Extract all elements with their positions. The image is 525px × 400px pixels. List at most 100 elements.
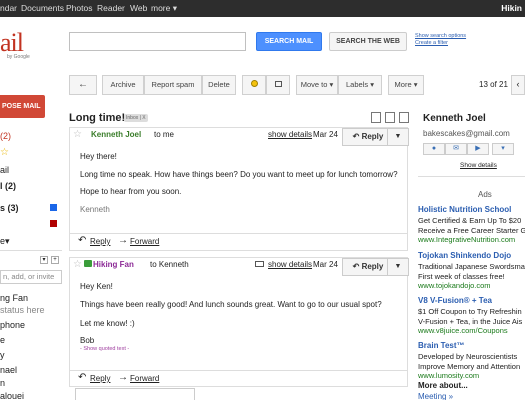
- back-arrow-icon: ←: [78, 79, 88, 90]
- sender-name[interactable]: Hiking Fan: [93, 260, 134, 269]
- delete-button[interactable]: Delete: [202, 75, 236, 95]
- show-details-link[interactable]: show details: [268, 260, 312, 269]
- nav-reader[interactable]: Reader: [97, 3, 125, 13]
- pager-count: 13 of 21: [479, 80, 508, 89]
- nav-web[interactable]: Web: [130, 3, 147, 13]
- message-card: ☆ Hiking Fan to Kenneth show details Mar…: [69, 257, 409, 387]
- reply-box[interactable]: [75, 388, 195, 400]
- label-color-red: [50, 220, 57, 227]
- move-to-button[interactable]: Move to ▾: [296, 75, 338, 95]
- show-quoted-text-link[interactable]: - Show quoted text -: [80, 346, 129, 352]
- mark-important-button[interactable]: [242, 75, 266, 95]
- chat-contact[interactable]: n: [0, 378, 5, 390]
- reply-arrow-icon[interactable]: ↶: [78, 235, 86, 246]
- chat-contact[interactable]: nael: [0, 365, 17, 377]
- label-color-blue: [50, 204, 57, 211]
- nav-inbox-count[interactable]: (2): [0, 131, 11, 143]
- print-icon[interactable]: [385, 112, 395, 123]
- message-header[interactable]: ☆ Hiking Fan to Kenneth show details Mar…: [70, 258, 409, 276]
- footer-forward-link[interactable]: Forward: [130, 237, 159, 246]
- ad-url[interactable]: www.lumosity.com: [418, 371, 479, 380]
- show-search-options-link[interactable]: Show search options: [415, 33, 466, 40]
- search-mail-button[interactable]: SEARCH MAIL: [256, 32, 322, 51]
- footer-reply-link[interactable]: Reply: [90, 374, 110, 383]
- message-body-line: Hey there!: [80, 152, 117, 161]
- email-contact-button[interactable]: ✉: [445, 143, 467, 155]
- ad-title[interactable]: Holistic Nutrition School: [418, 205, 511, 214]
- search-web-button[interactable]: SEARCH THE WEB: [329, 32, 407, 51]
- nav-sent-mail[interactable]: ail: [0, 165, 9, 177]
- nav-starred[interactable]: ☆: [0, 147, 9, 159]
- forward-arrow-icon[interactable]: →: [118, 372, 128, 383]
- ads-heading: Ads: [478, 190, 492, 199]
- chevron-down-icon: ▼: [394, 263, 402, 270]
- chat-search-input[interactable]: n, add, or invite: [0, 270, 62, 284]
- chat-self-name: ng Fan: [0, 293, 29, 303]
- back-to-inbox-button[interactable]: ←: [69, 75, 97, 95]
- message-signature: Kenneth: [80, 205, 110, 214]
- video-call-button[interactable]: ▶: [467, 143, 489, 155]
- nav-documents[interactable]: Documents: [21, 3, 64, 13]
- labels-button[interactable]: Labels ▾: [338, 75, 382, 95]
- message-body-line: Long time no speak. How have things been…: [80, 170, 398, 179]
- ad-title[interactable]: V8 V-Fusion® + Tea: [418, 296, 492, 305]
- chat-dropdown-icon[interactable]: ▾: [40, 256, 48, 264]
- show-details-link[interactable]: show details: [268, 130, 312, 139]
- more-actions-button[interactable]: More ▾: [388, 75, 424, 95]
- star-icon[interactable]: ☆: [73, 129, 82, 140]
- nav-label-1[interactable]: l (2): [0, 181, 16, 193]
- compose-mail-button[interactable]: POSE MAIL: [0, 95, 45, 118]
- chat-contact[interactable]: e: [0, 335, 5, 347]
- create-filter-link[interactable]: Create a filter: [415, 40, 466, 47]
- search-input[interactable]: [69, 32, 246, 51]
- expand-all-icon[interactable]: [399, 112, 409, 123]
- meeting-link[interactable]: Meeting »: [418, 392, 453, 400]
- ad-url[interactable]: www.v8juice.com/Coupons: [418, 326, 508, 335]
- add-to-tasks-button[interactable]: [266, 75, 290, 95]
- ad-text: V-Fusion + Tea, in the Juice Ais: [418, 317, 523, 326]
- sender-name[interactable]: Kenneth Joel: [91, 130, 141, 139]
- chat-contact[interactable]: phone: [0, 320, 25, 332]
- reply-arrow-icon[interactable]: ↶: [78, 372, 86, 383]
- chat-contact[interactable]: y: [0, 350, 5, 362]
- ad-text: Traditional Japanese Swordsma: [418, 262, 525, 271]
- user-account-link[interactable]: Hikin: [501, 3, 522, 13]
- more-contact-actions-button[interactable]: ▾: [492, 143, 514, 155]
- ad-title[interactable]: Brain Test™: [418, 341, 465, 350]
- chat-status-input[interactable]: status here: [0, 305, 45, 317]
- ad-url[interactable]: www.tojokandojo.com: [418, 281, 491, 290]
- inbox-label-tag[interactable]: Inbox | X: [124, 114, 148, 122]
- report-spam-button[interactable]: Report spam: [144, 75, 202, 95]
- video-icon[interactable]: [255, 261, 264, 267]
- nav-more[interactable]: more ▾: [151, 3, 177, 14]
- show-contact-details-link[interactable]: Show details: [460, 162, 497, 169]
- archive-button[interactable]: Archive: [102, 75, 144, 95]
- ad-title[interactable]: Tojokan Shinkendo Dojo: [418, 251, 511, 260]
- ad-url[interactable]: www.IntegrativeNutrition.com: [418, 235, 515, 244]
- new-window-icon[interactable]: [371, 112, 381, 123]
- chat-contact-button[interactable]: ●: [423, 143, 445, 155]
- nav-calendar[interactable]: ndar: [0, 3, 17, 13]
- message-body-line: Hope to hear from you soon.: [80, 187, 182, 196]
- reply-options-dropdown[interactable]: ▼: [387, 258, 409, 276]
- nav-label-2[interactable]: s (3): [0, 203, 19, 215]
- logo-subtitle: by Google: [7, 54, 30, 60]
- nav-photos[interactable]: Photos: [66, 3, 92, 13]
- star-icon[interactable]: ☆: [73, 259, 82, 270]
- message-header[interactable]: ☆ Kenneth Joel to me show details Mar 24…: [70, 128, 409, 146]
- chevron-down-icon: ▼: [394, 133, 402, 140]
- forward-arrow-icon[interactable]: →: [118, 235, 128, 246]
- reply-label: Reply: [361, 132, 384, 141]
- tasks-icon: [274, 81, 282, 87]
- chat-add-icon[interactable]: +: [51, 256, 59, 264]
- reply-options-dropdown[interactable]: ▼: [387, 128, 409, 146]
- footer-reply-link[interactable]: Reply: [90, 237, 110, 246]
- nav-more-labels[interactable]: e▾: [0, 236, 10, 248]
- nav-divider: [0, 250, 62, 251]
- chat-bubble-icon: ●: [431, 145, 437, 152]
- top-nav-bar: ndar Documents Photos Reader Web more ▾ …: [0, 0, 525, 17]
- footer-forward-link[interactable]: Forward: [130, 374, 159, 383]
- prev-conversation-button[interactable]: ‹: [511, 75, 525, 95]
- envelope-icon: ✉: [453, 145, 459, 152]
- chat-contact[interactable]: alouei: [0, 391, 24, 400]
